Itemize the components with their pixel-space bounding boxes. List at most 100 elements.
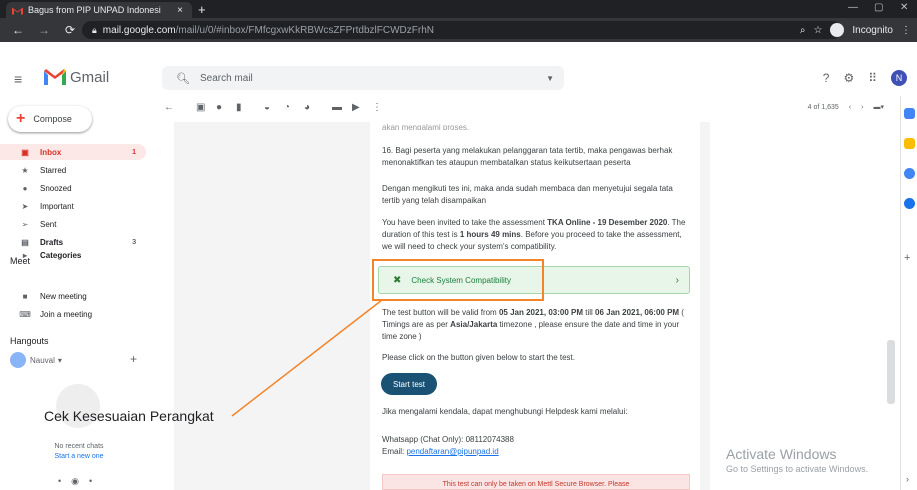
side-panel: + › [900,96,917,490]
get-addons-icon[interactable]: + [904,252,910,264]
scrollbar[interactable] [887,340,895,404]
settings-gear-icon[interactable]: ⚙ [843,71,854,85]
assessment-name: TKA Online - 19 Desember 2020 [547,218,668,227]
back-icon[interactable]: ← [10,23,26,37]
keyboard-icon: ⌨ [19,309,31,319]
chevron-down-icon: ▾ [57,355,62,365]
label-tag-icon[interactable]: ▶ [352,102,360,113]
sidebar-item-label: Snoozed [40,183,72,193]
bookmark-star-icon[interactable]: ☆ [813,25,822,36]
add-task-icon[interactable]: ◕ [304,102,310,113]
help-icon[interactable]: ? [823,71,830,85]
incognito-label[interactable]: Incognito [852,25,893,36]
important-icon: ➤ [21,201,29,211]
search-icon[interactable]: 🔍︎ [176,72,190,85]
gmail-brand[interactable]: Gmail [70,69,109,86]
sidebar-item-label: Join a meeting [40,309,93,319]
drafts-count: 3 [132,238,136,246]
agreement-text: Dengan mengikuti tes ini, maka anda suda… [382,184,673,205]
more-options-icon[interactable]: ⋮ [372,102,382,113]
email-line: Email: pendaftaran@pipunpad.id [382,446,692,458]
lock-icon: 🔒︎ [92,24,97,35]
search-input[interactable]: 🔍︎ Search mail ▼ [162,66,564,90]
secure-browser-notice: This test can only be taken on Mettl Sec… [382,474,690,490]
move-to-icon[interactable]: ▬ [332,102,342,113]
tab-close-icon[interactable]: × [174,5,186,16]
url-host: mail.google.com [102,24,176,36]
incognito-icon[interactable] [830,23,845,37]
timezone: Asia/Jakarta [450,320,498,329]
tasks-icon[interactable] [904,168,915,179]
minimize-icon[interactable]: — [848,2,858,13]
zoom-search-icon[interactable]: ⌕ [800,25,806,36]
delete-icon[interactable]: ▮ [236,102,242,113]
mark-unread-icon[interactable]: ◒ [264,102,270,113]
report-spam-icon[interactable]: ● [216,102,222,113]
browser-menu-icon[interactable]: ⋮ [901,25,911,36]
annotation-label: Cek Kesesuaian Perangkat [44,408,214,424]
invite-text: You have been invited to take the assess… [382,217,692,253]
keep-icon[interactable] [904,138,915,149]
sidebar-item-inbox[interactable]: ▣ Inbox 1 [0,144,146,160]
valid-mid: till [583,308,596,317]
chat-icon[interactable]: ◉ [71,476,79,487]
address-bar[interactable]: 🔒︎ mail.google.com/mail/u/0/#inbox/FMfcg… [82,21,842,39]
hangout-user[interactable]: Nauval ▾ [10,352,62,368]
phone-icon[interactable]: • [89,476,92,487]
browser-tab[interactable]: Bagus from PIP UNPAD Indonesi × [6,2,192,18]
send-icon: ➢ [21,219,29,229]
rule-16-text: 16. Bagi peserta yang melakukan pelangga… [382,146,673,167]
meet-section-title: Meet [10,256,31,266]
back-to-inbox-icon[interactable]: ← [164,102,174,113]
contacts-icon[interactable] [904,198,915,209]
show-side-panel-icon[interactable]: › [906,474,909,484]
sidebar-bottom-icons: • ◉ • [58,476,92,487]
snooze-icon[interactable]: ◔ [284,102,290,113]
hangouts-section-title: Hangouts [10,336,49,346]
valid-pre: The test button will be valid from [382,308,499,317]
inbox-icon: ▣ [21,147,29,157]
sidebar-item-drafts[interactable]: ▤ Drafts 3 [0,234,146,250]
sidebar-item-new-meeting[interactable]: ■ New meeting [0,288,146,304]
close-window-icon[interactable]: ✕ [900,2,908,13]
pager-count: 4 of 1,635 [807,103,839,111]
gmail-logo-icon[interactable] [44,69,66,85]
calendar-icon[interactable] [904,108,915,119]
browser-toolbar: ← → ⟳ 🔒︎ mail.google.com/mail/u/0/#inbox… [0,18,917,42]
inbox-count: 1 [132,148,136,156]
header-actions: ? ⚙ ⠿ N [823,70,907,86]
new-tab-button[interactable]: + [198,2,206,17]
archive-icon[interactable]: ▣ [196,102,205,113]
start-test-button[interactable]: Start test [381,373,437,395]
maximize-icon[interactable]: ▢ [874,2,883,13]
star-icon: ★ [21,165,29,175]
search-options-icon[interactable]: ▼ [546,74,554,83]
sidebar-item-starred[interactable]: ★ Starred [0,162,146,178]
sidebar-item-label: New meeting [40,291,87,301]
older-chevron-icon[interactable]: › [861,104,863,111]
clock-icon: ● [22,183,28,193]
forward-icon[interactable]: → [36,23,52,37]
apps-grid-icon[interactable]: ⠿ [868,71,877,85]
main-menu-icon[interactable]: ≡ [14,71,22,87]
annotation-highlight-box [372,259,544,301]
person-icon[interactable]: • [58,476,61,487]
reload-icon[interactable]: ⟳ [62,23,78,37]
helpdesk-email-link[interactable]: pendaftaran@pipunpad.id [406,447,498,456]
gmail-header: ≡ Gmail 🔍︎ Search mail ▼ ? ⚙ ⠿ N [0,62,917,96]
sidebar-item-snoozed[interactable]: ● Snoozed [0,180,146,196]
sidebar-item-sent[interactable]: ➢ Sent [0,216,146,232]
start-new-chat-link[interactable]: Start a new one [24,452,134,462]
account-avatar[interactable]: N [891,70,907,86]
sidebar-item-join-meeting[interactable]: ⌨ Join a meeting [0,306,146,322]
valid-from: 05 Jan 2021, 03:00 PM [498,308,584,317]
compose-button[interactable]: + Compose [8,106,92,132]
sidebar-item-important[interactable]: ➤ Important [0,198,146,214]
input-tools-icon[interactable]: ▬▾ [873,103,884,111]
add-person-icon[interactable]: + [130,352,137,366]
sidebar: + Compose ▣ Inbox 1 ★ Starred ● Snoozed … [0,96,160,490]
newer-chevron-icon[interactable]: ‹ [849,104,851,111]
url-path: /mail/u/0/#inbox/FMfcgxwKkRBWcsZFPrtdbzl… [175,24,434,36]
email-label: Email: [382,447,407,456]
no-chats-notice: No recent chats Start a new one [24,442,134,462]
